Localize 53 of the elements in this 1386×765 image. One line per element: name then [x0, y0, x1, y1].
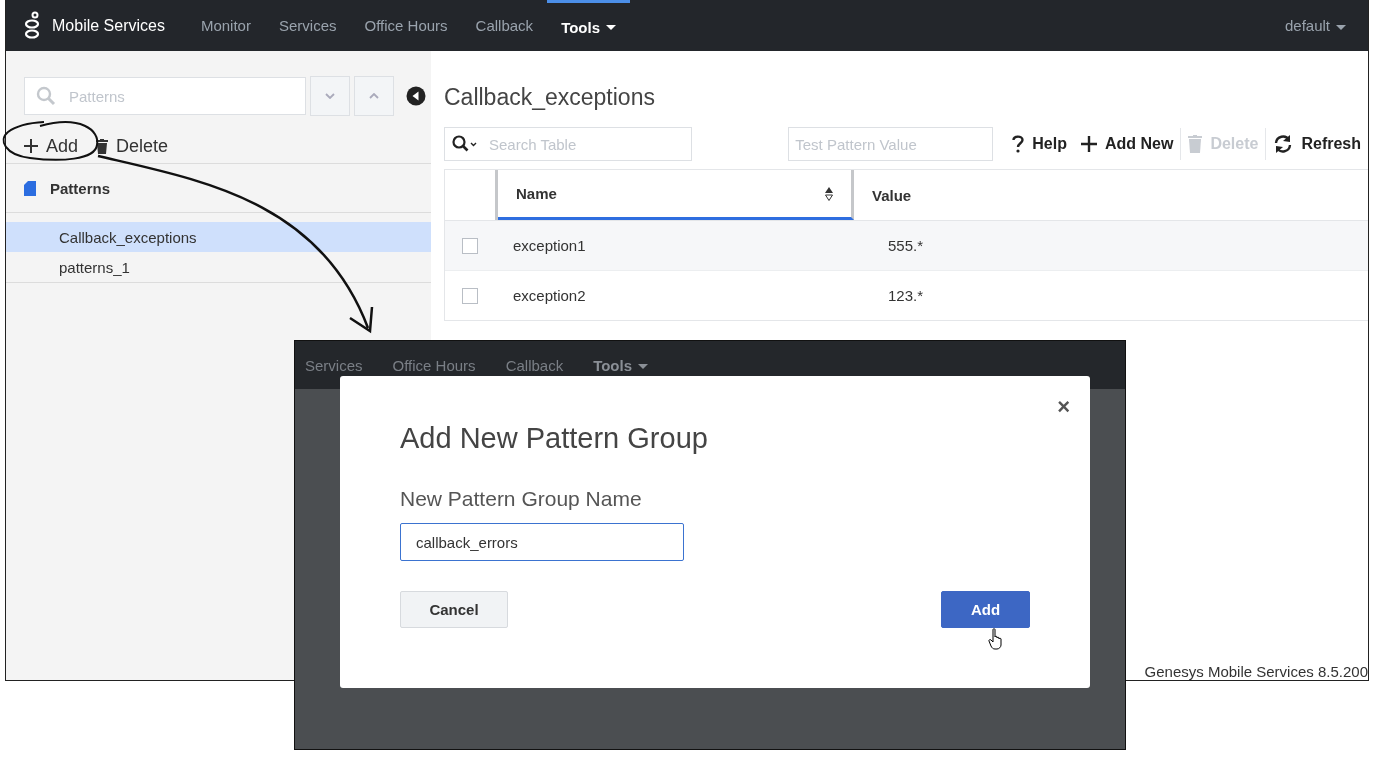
cancel-button[interactable]: Cancel [400, 591, 508, 628]
plus-icon [24, 139, 38, 153]
row-checkbox[interactable] [462, 287, 478, 304]
trash-icon [1188, 135, 1203, 153]
logo-icon [24, 10, 40, 41]
add-button[interactable]: Add [20, 134, 83, 158]
group-name-field[interactable]: callback_errors [400, 523, 684, 561]
profile-menu[interactable]: default [1284, 17, 1346, 34]
test-pattern-field[interactable]: Test Pattern Value [788, 127, 994, 161]
pattern-list-item[interactable]: Callback_exceptions [6, 222, 431, 252]
refresh-button[interactable]: Refresh [1265, 128, 1368, 160]
search-icon[interactable] [452, 135, 478, 153]
table-search-field[interactable]: Search Table [444, 127, 692, 161]
help-icon [1012, 135, 1025, 153]
nav-tab[interactable]: Callback [461, 0, 548, 51]
page-title: Callback_exceptions [444, 84, 656, 112]
sort-icon [825, 186, 833, 201]
nav-tab[interactable]: Services [264, 0, 351, 51]
nav-tab[interactable]: Monitor [186, 0, 265, 51]
scroll-up-button[interactable] [354, 76, 394, 116]
refresh-icon [1273, 134, 1294, 154]
dimmed-nav-label: Office Hours [392, 356, 476, 374]
table-cell-text: 123.* [887, 287, 925, 304]
plus-icon [1080, 136, 1097, 152]
row-checkbox[interactable] [462, 237, 478, 254]
field-label: New Pattern Group Name [400, 487, 643, 511]
add-button[interactable]: Add New [1073, 128, 1181, 160]
section-title: Patterns [50, 179, 111, 197]
dialog-title: Add New Pattern Group [400, 422, 709, 455]
table-cell-text: exception1 [512, 237, 587, 254]
table-cell-text: 555.* [887, 237, 925, 254]
column-header[interactable]: Value [854, 170, 1368, 220]
delete-button[interactable]: Delete [92, 134, 173, 158]
pattern-list-item[interactable]: patterns_1 [6, 252, 431, 282]
help-button[interactable]: Help [1005, 128, 1074, 160]
nav-tab[interactable]: Tools [547, 0, 630, 51]
document-icon [24, 180, 36, 196]
nav-tab[interactable]: Office Hours [350, 0, 462, 51]
add-button[interactable]: Add [941, 591, 1030, 628]
caret-icon [638, 364, 649, 370]
collapse-icon[interactable] [406, 86, 426, 106]
app-title: Mobile Services [52, 16, 165, 35]
chevron-down-icon [325, 93, 335, 99]
dimmed-nav-label: Tools [593, 356, 649, 374]
dimmed-nav-label: Services [305, 356, 363, 374]
dimmed-nav-label: Callback [505, 356, 564, 374]
close-button[interactable]: × [1053, 392, 1074, 422]
search-icon [36, 86, 56, 106]
trash-icon [96, 138, 109, 154]
table-cell-text: exception2 [512, 287, 587, 304]
scroll-down-button[interactable] [310, 76, 350, 116]
chevron-up-icon [369, 93, 379, 99]
search-field[interactable]: Patterns [24, 77, 306, 115]
